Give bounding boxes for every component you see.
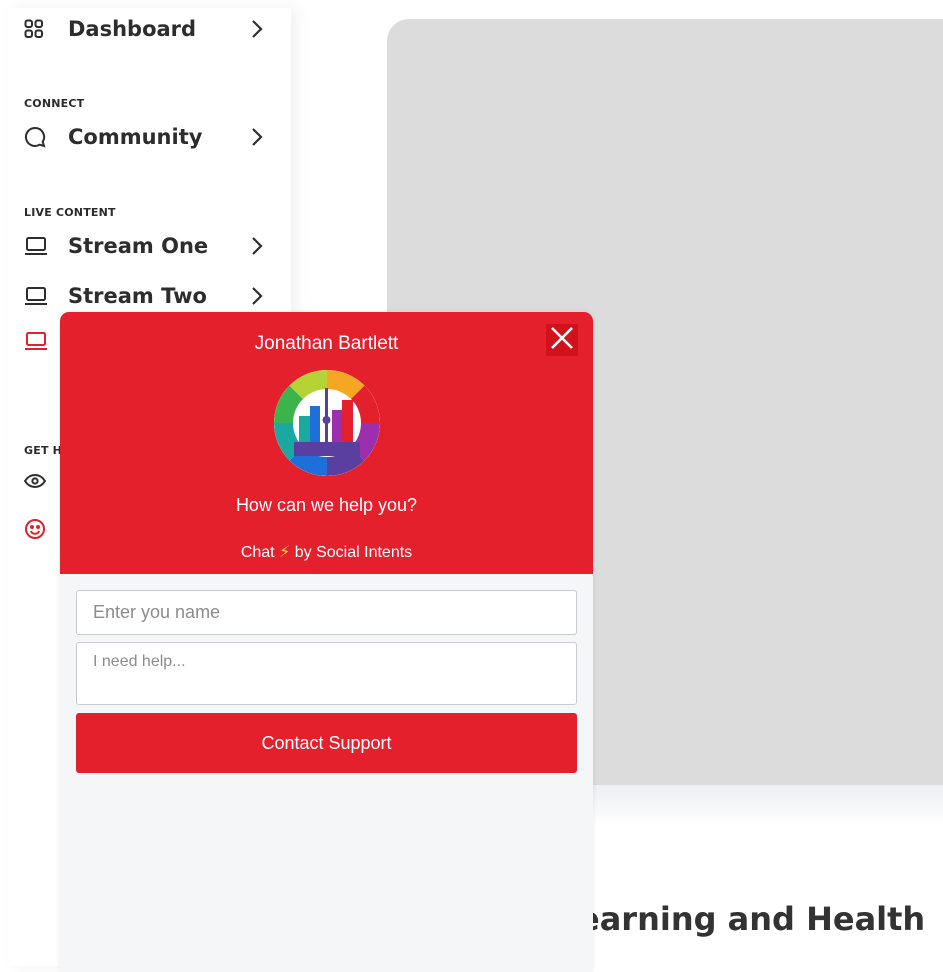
powered-prefix: Chat (240, 544, 275, 561)
chevron-right-icon (250, 234, 264, 258)
powered-suffix: by Social Intents (294, 544, 413, 561)
section-label-connect: CONNECT (24, 97, 85, 110)
name-field[interactable] (76, 590, 577, 635)
chat-widget: Jonathan Bartlett How can we help you? C… (60, 312, 593, 972)
contact-support-button[interactable]: Contact Support (76, 713, 577, 773)
sidebar-item-community[interactable]: Community (24, 120, 264, 154)
sidebar-item-label: Stream Two (68, 284, 207, 308)
grid-icon (24, 18, 50, 40)
eye-icon[interactable] (24, 468, 50, 494)
sidebar-item-dashboard[interactable]: Dashboard (24, 12, 264, 46)
close-button[interactable] (546, 324, 578, 356)
sidebar-item-stream-two[interactable]: Stream Two (24, 279, 264, 313)
smiley-icon[interactable] (24, 516, 50, 542)
chat-header: Jonathan Bartlett How can we help you? C… (60, 312, 593, 574)
powered-by[interactable]: Chat ⚡ by Social Intents (60, 542, 593, 562)
chevron-right-icon (250, 17, 264, 41)
agent-avatar (274, 370, 380, 476)
help-text: How can we help you? (235, 495, 418, 515)
chevron-right-icon (250, 284, 264, 308)
agent-name: Jonathan Bartlett (254, 333, 399, 354)
sidebar-item-stream-one[interactable]: Stream One (24, 229, 264, 263)
laptop-icon (24, 235, 50, 257)
laptop-icon[interactable] (24, 328, 50, 354)
close-icon (550, 326, 574, 355)
sidebar-item-label: Stream One (68, 234, 209, 258)
lightning-icon: ⚡ (279, 544, 291, 561)
section-label-get-help: GET H (24, 444, 63, 457)
page-title: earning and Health (578, 900, 926, 938)
chevron-right-icon (250, 125, 264, 149)
sidebar-item-label: Dashboard (68, 17, 197, 41)
chat-bubble-icon (24, 126, 50, 148)
message-field[interactable] (76, 642, 577, 705)
sidebar-item-label: Community (68, 125, 203, 149)
laptop-icon (24, 285, 50, 307)
section-label-live-content: LIVE CONTENT (24, 206, 116, 219)
